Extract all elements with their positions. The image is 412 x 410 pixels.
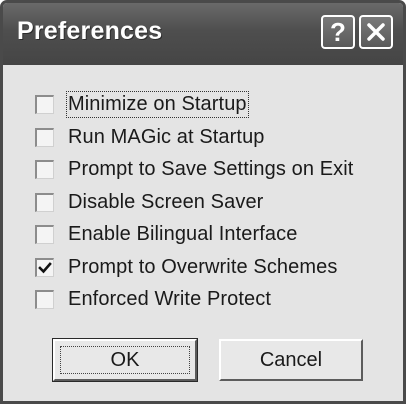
close-icon [367, 23, 385, 41]
option-label: Disable Screen Saver [68, 190, 264, 213]
checkbox[interactable] [35, 127, 54, 147]
option-label: Run MAGic at Startup [68, 125, 265, 148]
option-prompt-overwrite-schemes[interactable]: Prompt to Overwrite Schemes [35, 254, 337, 280]
option-disable-screen-saver[interactable]: Disable Screen Saver [35, 189, 263, 215]
checkbox-checked[interactable] [35, 257, 54, 277]
ok-button[interactable]: OK [52, 338, 198, 382]
option-prompt-save-settings[interactable]: Prompt to Save Settings on Exit [35, 156, 353, 182]
checkbox[interactable] [35, 159, 54, 179]
option-label: Enable Bilingual Interface [68, 222, 298, 245]
option-label: Prompt to Overwrite Schemes [68, 255, 338, 278]
checkbox[interactable] [35, 192, 54, 212]
option-label: Minimize on Startup [66, 90, 249, 118]
checkmark-icon [38, 261, 52, 273]
preferences-dialog: Preferences ? Minimize on Startup Run MA… [0, 0, 406, 404]
option-enforced-write-protect[interactable]: Enforced Write Protect [35, 286, 271, 312]
title-bar[interactable]: Preferences ? [3, 3, 403, 65]
option-label: Prompt to Save Settings on Exit [68, 157, 354, 180]
option-run-magic-at-startup[interactable]: Run MAGic at Startup [35, 124, 265, 150]
dialog-body: Minimize on Startup Run MAGic at Startup… [3, 65, 403, 401]
dialog-title: Preferences [17, 17, 163, 45]
cancel-button-label: Cancel [259, 348, 323, 371]
option-minimize-on-startup[interactable]: Minimize on Startup [35, 90, 249, 118]
help-button[interactable]: ? [321, 15, 355, 49]
checkbox[interactable] [35, 94, 54, 114]
help-icon: ? [330, 16, 346, 47]
cancel-button[interactable]: Cancel [219, 339, 363, 381]
close-button[interactable] [359, 15, 393, 49]
checkbox[interactable] [35, 224, 54, 244]
focus-rectangle [60, 346, 190, 374]
option-enable-bilingual-interface[interactable]: Enable Bilingual Interface [35, 221, 297, 247]
option-label: Enforced Write Protect [68, 287, 272, 310]
checkbox[interactable] [35, 289, 54, 309]
